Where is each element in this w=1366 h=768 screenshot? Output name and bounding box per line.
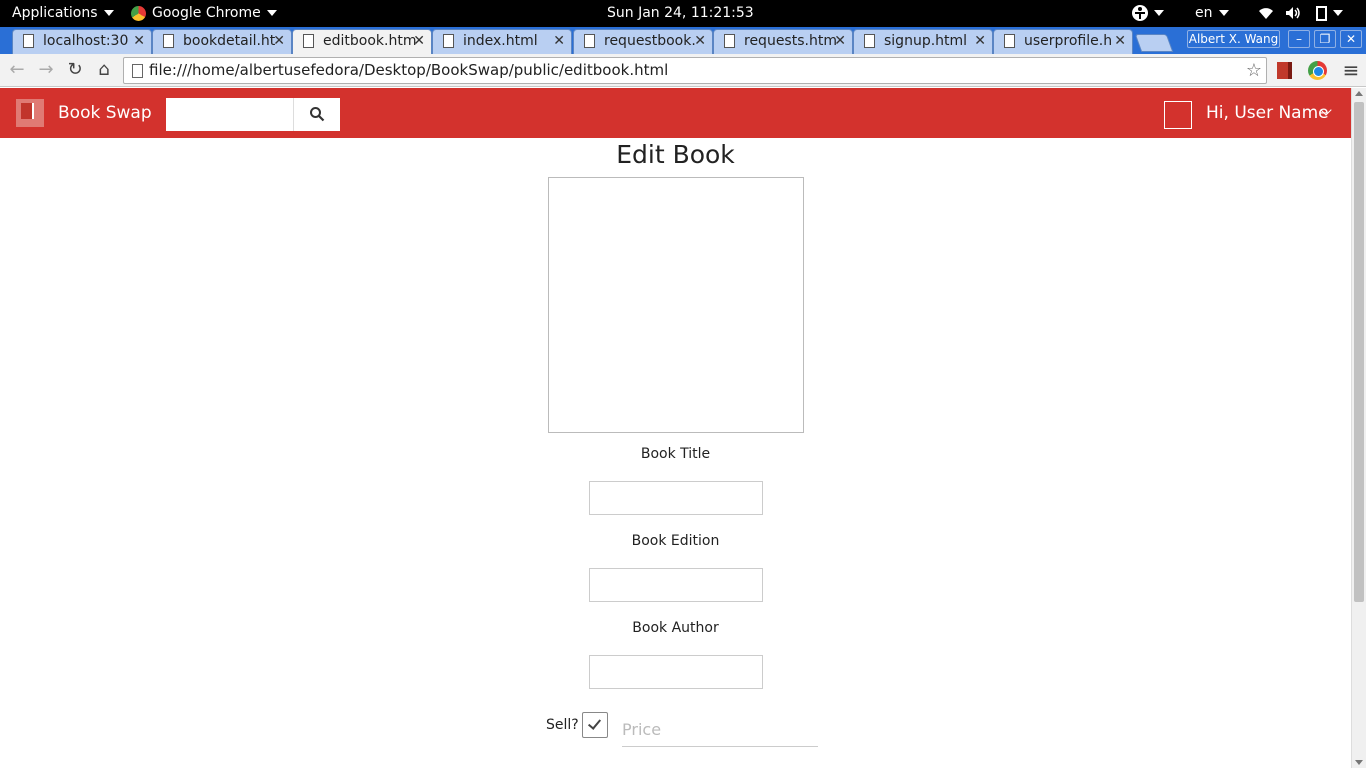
checkmark-icon — [587, 716, 602, 730]
browser-tab[interactable]: index.html ✕ — [432, 29, 572, 54]
battery-menu[interactable] — [1316, 0, 1343, 27]
tab-label: localhost:30 — [43, 33, 129, 49]
brand-name[interactable]: Book Swap — [58, 88, 152, 138]
book-edition-label: Book Edition — [631, 533, 720, 549]
search-icon — [310, 107, 325, 122]
browser-tab-active[interactable]: editbook.htm ✕ — [292, 29, 432, 54]
forward-arrow-icon[interactable]: → — [34, 58, 58, 82]
reload-icon[interactable]: ↻ — [63, 58, 87, 82]
scroll-up-arrow-icon[interactable] — [1355, 91, 1363, 96]
close-icon[interactable]: ✕ — [974, 30, 986, 52]
book-cover-image[interactable] — [548, 177, 804, 433]
search-button[interactable] — [293, 98, 340, 131]
scrollbar-thumb[interactable] — [1354, 102, 1364, 602]
volume-icon[interactable] — [1285, 0, 1301, 27]
close-icon[interactable]: ✕ — [413, 30, 425, 52]
browser-tab[interactable]: bookdetail.ht ✕ — [152, 29, 292, 54]
chevron-down-icon — [266, 10, 277, 16]
home-icon[interactable]: ⌂ — [92, 58, 116, 82]
address-bar-url: file:///home/albertusefedora/Desktop/Boo… — [149, 61, 669, 79]
applications-menu[interactable]: Applications — [12, 0, 114, 27]
close-window-button[interactable]: ✕ — [1340, 30, 1362, 48]
close-icon[interactable]: ✕ — [133, 30, 145, 52]
hamburger-menu-icon[interactable]: ≡ — [1340, 58, 1362, 82]
close-icon[interactable]: ✕ — [553, 30, 565, 52]
bookmark-star-icon[interactable]: ☆ — [1246, 58, 1262, 83]
app-menu[interactable]: Google Chrome — [131, 0, 277, 27]
maximize-button[interactable]: ❐ — [1314, 30, 1336, 48]
page-icon — [132, 64, 143, 78]
tab-label: editbook.htm — [323, 33, 417, 49]
browser-tab[interactable]: requests.htm ✕ — [713, 29, 853, 54]
applications-menu-label: Applications — [12, 5, 98, 21]
back-arrow-icon[interactable]: ← — [5, 58, 29, 82]
page-icon — [23, 34, 34, 48]
accessibility-menu[interactable] — [1132, 0, 1164, 27]
scroll-down-arrow-icon[interactable] — [1355, 760, 1363, 765]
page-icon — [584, 34, 595, 48]
close-icon[interactable]: ✕ — [834, 30, 846, 52]
book-author-input[interactable] — [589, 655, 763, 689]
close-icon[interactable]: ✕ — [273, 30, 285, 52]
browser-tab[interactable]: signup.html ✕ — [853, 29, 993, 54]
profile-button[interactable]: Albert X. Wang — [1187, 30, 1280, 48]
page-icon — [864, 34, 875, 48]
chrome-extension-icon[interactable] — [1308, 61, 1327, 80]
language-label: en — [1195, 5, 1213, 21]
browser-tab-strip: localhost:30 ✕ bookdetail.ht ✕ editbook.ht… — [0, 27, 1366, 54]
accessibility-icon — [1132, 5, 1148, 21]
sell-checkbox[interactable] — [582, 712, 608, 738]
book-title-label: Book Title — [640, 446, 711, 462]
chevron-down-icon — [1218, 10, 1229, 16]
close-icon[interactable]: ✕ — [694, 30, 706, 52]
battery-icon — [1316, 5, 1327, 21]
language-menu[interactable]: en — [1195, 0, 1229, 27]
tab-label: requests.htm — [744, 33, 837, 49]
book-edition-input[interactable] — [589, 568, 763, 602]
chevron-down-icon — [103, 10, 114, 16]
page-title: Edit Book — [616, 140, 735, 169]
page-viewport: Book Swap Hi, User Name Edit Book Book T… — [0, 88, 1351, 768]
browser-tab[interactable]: requestbook. ✕ — [573, 29, 713, 54]
book-swap-logo[interactable] — [16, 99, 44, 127]
address-bar[interactable]: file:///home/albertusefedora/Desktop/Boo… — [123, 57, 1267, 84]
tab-label: signup.html — [884, 33, 968, 49]
tab-label: requestbook. — [604, 33, 696, 49]
book-title-input[interactable] — [589, 481, 763, 515]
tab-label: bookdetail.ht — [183, 33, 276, 49]
price-input[interactable]: Price — [622, 720, 818, 747]
page-icon — [303, 34, 314, 48]
tab-label: index.html — [463, 33, 538, 49]
browser-tab[interactable]: localhost:30 ✕ — [12, 29, 152, 54]
app-header: Book Swap Hi, User Name — [0, 88, 1351, 138]
avatar[interactable] — [1164, 101, 1192, 129]
search-input[interactable] — [166, 98, 293, 131]
wifi-icon[interactable] — [1258, 0, 1274, 27]
bookmark-extension-icon[interactable] — [1277, 62, 1292, 79]
minimize-button[interactable]: – — [1288, 30, 1310, 48]
close-icon[interactable]: ✕ — [1114, 30, 1126, 52]
vertical-scrollbar[interactable] — [1351, 88, 1366, 768]
sell-label: Sell? — [546, 717, 579, 733]
tab-label: userprofile.h — [1024, 33, 1113, 49]
book-author-label: Book Author — [632, 620, 719, 636]
browser-toolbar: ← → ↻ ⌂ file:///home/albertusefedora/Des… — [0, 54, 1366, 87]
page-icon — [724, 34, 735, 48]
clock[interactable]: Sun Jan 24, 11:21:53 — [607, 0, 754, 27]
page-icon — [443, 34, 454, 48]
chevron-down-icon — [1333, 10, 1343, 16]
price-placeholder: Price — [622, 720, 662, 739]
app-menu-label: Google Chrome — [152, 5, 261, 21]
browser-tab[interactable]: userprofile.h ✕ — [993, 29, 1133, 54]
user-menu[interactable]: Hi, User Name — [1206, 88, 1329, 138]
page-icon — [1004, 34, 1015, 48]
chevron-down-icon — [1154, 10, 1164, 16]
chrome-icon — [131, 5, 146, 21]
page-icon — [163, 34, 174, 48]
system-top-bar: Applications Google Chrome Sun Jan 24, 1… — [0, 0, 1366, 27]
new-tab-button[interactable] — [1134, 34, 1174, 52]
